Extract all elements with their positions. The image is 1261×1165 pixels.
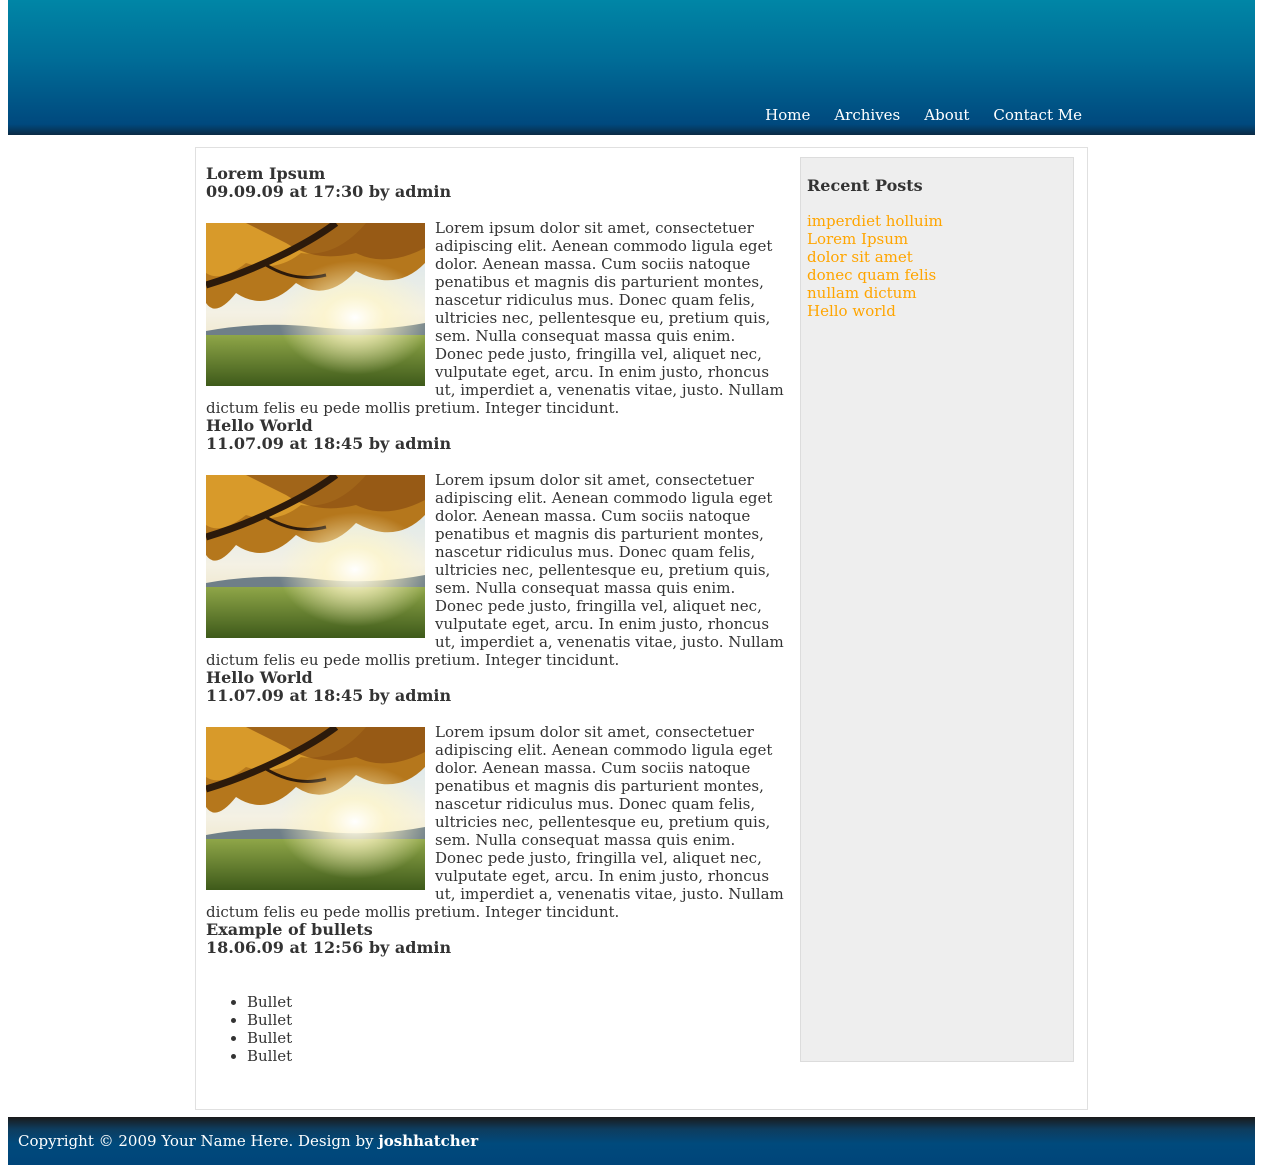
post-title[interactable]: Hello World bbox=[206, 417, 786, 435]
post: Hello World 11.07.09 at 18:45 by admin L… bbox=[206, 417, 786, 669]
post: Example of bullets 18.06.09 at 12:56 by … bbox=[206, 921, 786, 1066]
autumn-tree-image bbox=[206, 727, 425, 890]
copyright-text: Copyright © 2009 Your Name Here. Design … bbox=[18, 1132, 379, 1150]
autumn-tree-image bbox=[206, 475, 425, 638]
post-meta: 18.06.09 at 12:56 by admin bbox=[206, 938, 452, 957]
post-meta: 09.09.09 at 17:30 by admin bbox=[206, 182, 452, 201]
recent-post-link[interactable]: imperdiet holluim bbox=[807, 212, 943, 230]
list-item: Bullet bbox=[247, 1029, 786, 1047]
nav-contact-me[interactable]: Contact Me bbox=[993, 106, 1082, 124]
nav-about[interactable]: About bbox=[924, 106, 969, 124]
recent-post-link[interactable]: nullam dictum bbox=[807, 284, 943, 302]
site-footer: Copyright © 2009 Your Name Here. Design … bbox=[8, 1117, 1255, 1165]
post-body: Lorem ipsum dolor sit amet, consectetuer… bbox=[206, 219, 786, 417]
nav-archives[interactable]: Archives bbox=[834, 106, 900, 124]
sidebar: Recent Posts imperdiet holluim Lorem Ips… bbox=[800, 157, 1074, 1062]
sidebar-heading: Recent Posts bbox=[807, 176, 923, 195]
recent-post-link[interactable]: dolor sit amet bbox=[807, 248, 943, 266]
recent-post-link[interactable]: Hello world bbox=[807, 302, 943, 320]
post-title[interactable]: Example of bullets bbox=[206, 921, 786, 939]
main-content: Lorem Ipsum 09.09.09 at 17:30 by admin L… bbox=[206, 165, 786, 1065]
post: Hello World 11.07.09 at 18:45 by admin L… bbox=[206, 669, 786, 921]
recent-posts-list: imperdiet holluim Lorem Ipsum dolor sit … bbox=[807, 212, 943, 320]
post-body: Lorem ipsum dolor sit amet, consectetuer… bbox=[206, 471, 786, 669]
recent-post-link[interactable]: donec quam felis bbox=[807, 266, 943, 284]
post-body: Lorem ipsum dolor sit amet, consectetuer… bbox=[206, 723, 786, 921]
list-item: Bullet bbox=[247, 1011, 786, 1029]
post-meta: 11.07.09 at 18:45 by admin bbox=[206, 434, 452, 453]
bullet-list: Bullet Bullet Bullet Bullet bbox=[206, 993, 786, 1065]
designer-link[interactable]: joshhatcher bbox=[378, 1132, 478, 1150]
page-wrapper: Lorem Ipsum 09.09.09 at 17:30 by admin L… bbox=[195, 147, 1088, 1110]
post-meta: 11.07.09 at 18:45 by admin bbox=[206, 686, 452, 705]
site-header: Home Archives About Contact Me bbox=[8, 0, 1255, 135]
list-item: Bullet bbox=[247, 993, 786, 1011]
footer-text: Copyright © 2009 Your Name Here. Design … bbox=[18, 1132, 478, 1150]
post-title[interactable]: Hello World bbox=[206, 669, 786, 687]
autumn-tree-image bbox=[206, 223, 425, 386]
post: Lorem Ipsum 09.09.09 at 17:30 by admin L… bbox=[206, 165, 786, 417]
nav-home[interactable]: Home bbox=[765, 106, 810, 124]
main-nav: Home Archives About Contact Me bbox=[741, 106, 1082, 124]
post-title[interactable]: Lorem Ipsum bbox=[206, 165, 786, 183]
recent-post-link[interactable]: Lorem Ipsum bbox=[807, 230, 943, 248]
list-item: Bullet bbox=[247, 1047, 786, 1065]
